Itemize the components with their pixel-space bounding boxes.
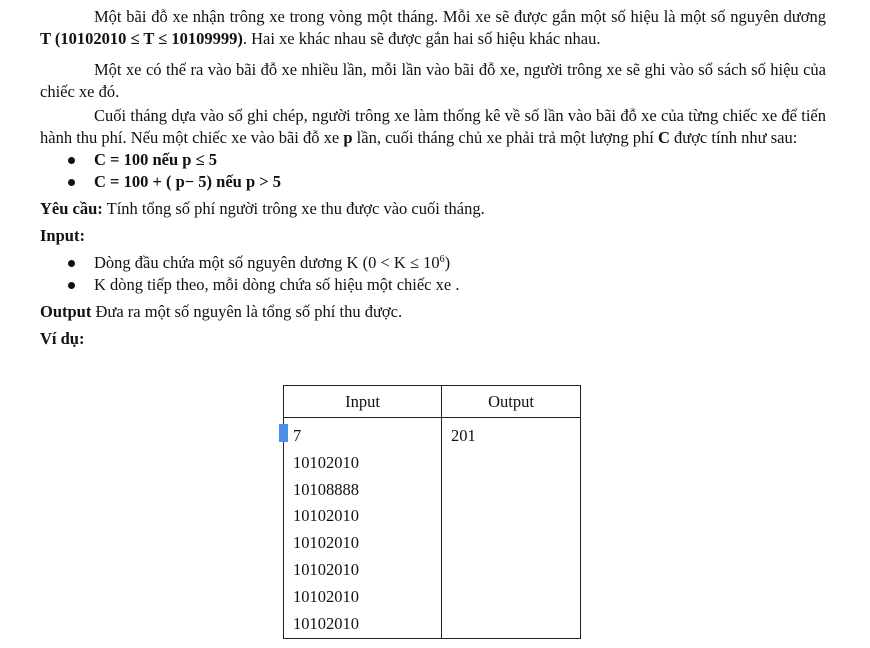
input-line: 10102010 — [293, 613, 359, 633]
output-line: 201 — [451, 426, 476, 445]
output-text: Đưa ra một số nguyên là tổng số phí thu … — [91, 302, 403, 321]
bullet-icon — [68, 260, 75, 267]
paragraph-logging: Một xe có thể ra vào bãi đỗ xe nhiều lần… — [40, 60, 826, 101]
input-line: 10108888 — [293, 479, 359, 499]
fee-text-b: lần, cuối tháng chủ xe phải trả một lượn… — [352, 128, 658, 147]
input-line: 10102010 — [293, 586, 359, 606]
input-line: 10102010 — [293, 452, 359, 472]
fee-rule-text: C = 100 nếu p ≤ 5 — [94, 150, 217, 169]
paragraph-fee: Cuối tháng dựa vào sổ ghi chép, người tr… — [40, 105, 826, 149]
paragraph-intro: Một bãi đỗ xe nhận trông xe trong vòng m… — [40, 6, 826, 50]
var-p: p — [343, 128, 353, 147]
header-output: Output — [441, 385, 581, 418]
input-cell[interactable]: 7 10102010 10108888 10102010 10102010 10… — [283, 417, 442, 639]
output-label: Output — [40, 302, 92, 321]
table-row: 7 10102010 10108888 10102010 10102010 10… — [283, 417, 581, 639]
intro-text-end: . Hai xe khác nhau sẽ được gắn hai số hi… — [242, 29, 601, 48]
var-c: C — [657, 128, 670, 147]
header-input: Input — [283, 385, 442, 418]
input-line: 10102010 — [293, 506, 359, 526]
bullet-icon — [68, 282, 75, 289]
input-line: 7 — [293, 426, 302, 445]
problem-statement: Một bãi đỗ xe nhận trông xe trong vòng m… — [40, 6, 826, 350]
intro-constraint: T (10102010 ≤ T ≤ 10109999) — [40, 29, 243, 48]
output-spec: Output Đưa ra một số nguyên là tổng số p… — [40, 301, 826, 323]
fee-text-c: được tính như sau: — [669, 128, 798, 147]
input-spec-item: Dòng đầu chứa một số nguyên dương K (0 <… — [68, 252, 826, 274]
fee-rule-item: C = 100 nếu p ≤ 5 — [68, 149, 826, 171]
fee-rules-list: C = 100 nếu p ≤ 5 C = 100 + ( p− 5) nếu … — [40, 149, 826, 193]
input-line: 10102010 — [293, 533, 359, 553]
input-label: Input: — [40, 226, 85, 245]
bullet-icon — [68, 157, 75, 164]
text-cursor-marker[interactable] — [279, 424, 288, 442]
input-heading: Input: — [40, 225, 826, 247]
requirement: Yêu cầu: Tính tổng số phí người trông xe… — [40, 198, 826, 220]
output-cell[interactable]: 201 — [441, 417, 581, 639]
input-spec-text: K dòng tiếp theo, mỗi dòng chứa số hiệu … — [94, 275, 460, 294]
example-heading: Ví dụ: — [40, 328, 826, 350]
fee-rule-item: C = 100 + ( p− 5) nếu p > 5 — [68, 171, 826, 193]
example-label: Ví dụ: — [40, 329, 85, 348]
requirement-text: Tính tổng số phí người trông xe thu được… — [102, 199, 485, 218]
input-line: 10102010 — [293, 559, 359, 579]
table-header-row: Input Output — [283, 385, 581, 418]
example-table: Input Output 7 10102010 10108888 1010201… — [283, 385, 581, 639]
requirement-label: Yêu cầu: — [40, 199, 103, 218]
input-spec-text-end: ) — [444, 253, 451, 272]
input-spec-list: Dòng đầu chứa một số nguyên dương K (0 <… — [40, 252, 826, 296]
intro-text: Một bãi đỗ xe nhận trông xe trong vòng m… — [94, 7, 826, 26]
fee-rule-text: C = 100 + ( p− 5) nếu p > 5 — [94, 172, 282, 191]
bullet-icon — [68, 179, 75, 186]
input-spec-item: K dòng tiếp theo, mỗi dòng chứa số hiệu … — [68, 274, 826, 296]
input-spec-text: Dòng đầu chứa một số nguyên dương K (0 <… — [94, 253, 440, 272]
